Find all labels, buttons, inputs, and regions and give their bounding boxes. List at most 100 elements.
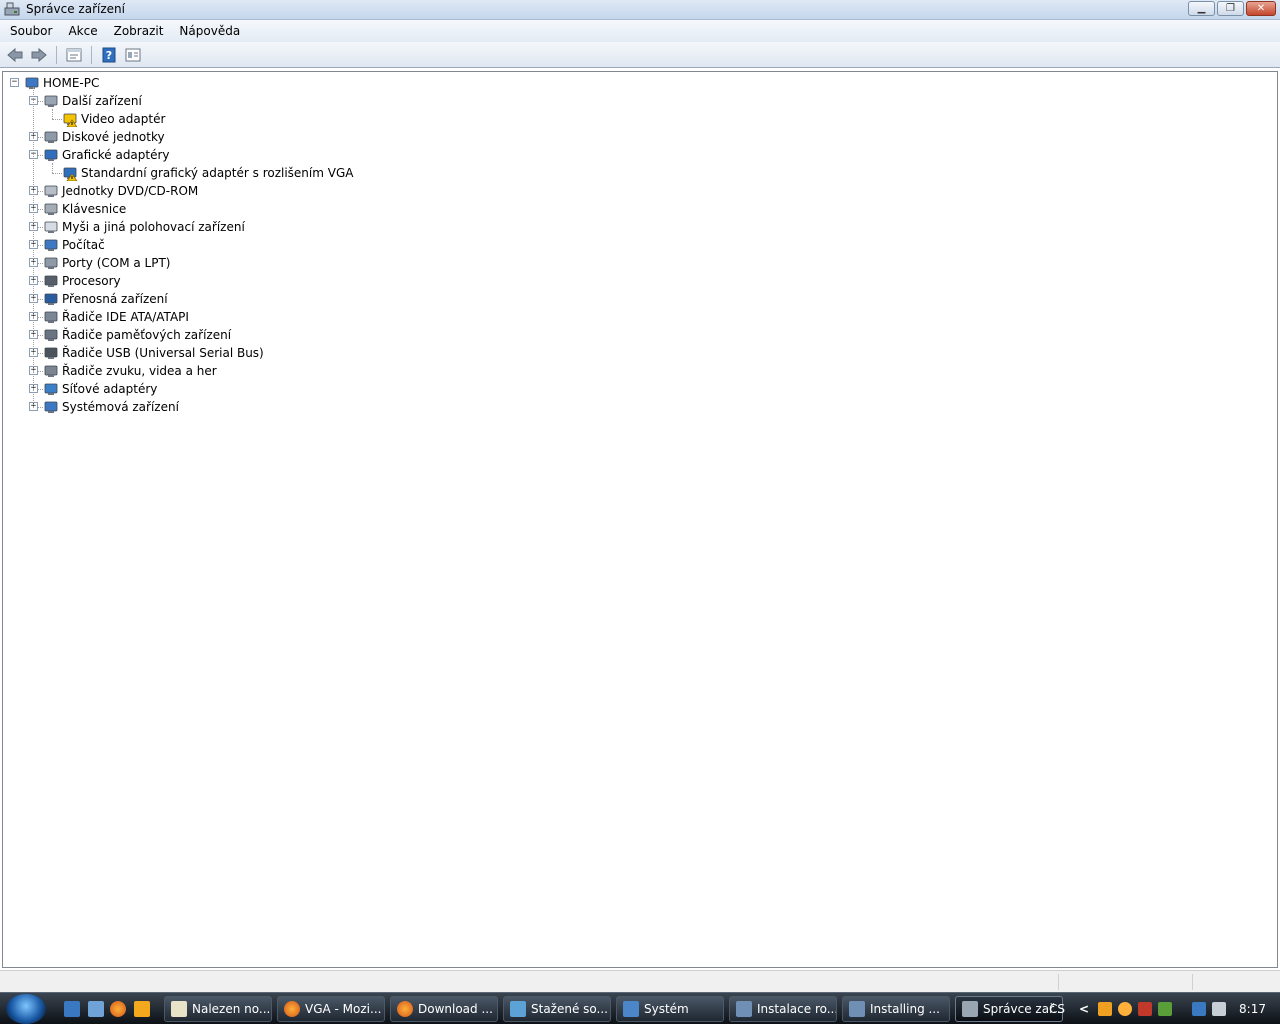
collapse-toggle[interactable]: − [10,78,19,87]
tree-item[interactable]: Síťové adaptéry [43,380,157,398]
tree-item[interactable]: Procesory [43,272,121,290]
back-button[interactable] [4,45,26,65]
menu-zobrazit[interactable]: Zobrazit [106,21,172,41]
notification-icon[interactable] [1098,1001,1113,1016]
tray-expand-button[interactable]: < [1079,1002,1089,1016]
tree-child-item[interactable]: Standardní grafický adaptér s rozlišením… [62,164,353,182]
dvd-icon [43,183,59,199]
computer-icon [43,237,59,253]
tree-line [38,317,43,318]
tree-line [33,87,34,407]
taskbar-button-label: Installing ... [870,1002,940,1016]
switch-windows-icon[interactable] [64,1001,80,1017]
tree-item[interactable]: Jednotky DVD/CD-ROM [43,182,198,200]
app-tray-icon[interactable] [1118,1001,1133,1016]
clock[interactable]: 8:17 [1239,1002,1266,1016]
tree-line [38,101,43,102]
menu-bar: Soubor Akce Zobrazit Nápověda [0,20,1280,42]
tree-item[interactable]: Počítač [43,236,105,254]
firefox-icon [284,1001,300,1017]
device-tree[interactable]: HOME-PC − Další zařízení − Video adaptér Disk… [2,71,1278,968]
tree-line [38,353,43,354]
tree-item-label: Myši a jiná polohovací zařízení [62,220,245,234]
taskbar-button[interactable]: Installing ... [842,996,950,1022]
tree-item[interactable]: Systémová zařízení [43,398,179,416]
taskbar-button[interactable]: Stažené so... [503,996,611,1022]
volume-icon[interactable] [1212,1001,1227,1016]
taskbar-button[interactable]: VGA - Mozi... [277,996,385,1022]
tree-line [52,163,53,173]
taskbar-button[interactable]: Instalace ro... [729,996,837,1022]
taskbar-button-label: Systém [644,1002,689,1016]
keyboard-icon [43,201,59,217]
system-tray: CS <8:17 [1049,993,1280,1024]
system-device-icon [43,399,59,415]
tree-item[interactable]: Řadiče IDE ATA/ATAPI [43,308,189,326]
start-button[interactable] [6,994,46,1024]
tree-item[interactable]: Klávesnice [43,200,126,218]
forward-button[interactable] [28,45,50,65]
status-separator [1058,974,1059,990]
tree-item[interactable]: Řadiče USB (Universal Serial Bus) [43,344,264,362]
minimize-button[interactable]: ▁ [1188,1,1215,16]
title-bar[interactable]: Správce zařízení ▁ ❐ ✕ [0,0,1280,20]
display-adapter-icon [43,147,59,163]
taskbar-button[interactable]: Systém [616,996,724,1022]
tree-child-item[interactable]: Video adaptér [62,110,165,128]
network-status-icon[interactable] [1192,1001,1207,1016]
taskbar-button-label: Nalezen no... [192,1002,271,1016]
tree-line [38,371,43,372]
tree-item[interactable]: Přenosná zařízení [43,290,168,308]
menu-akce[interactable]: Akce [60,21,105,41]
tree-item[interactable]: Grafické adaptéry [43,146,170,164]
folder-icon [510,1001,526,1017]
firefox-icon [397,1001,413,1017]
taskbar-button-label: VGA - Mozi... [305,1002,382,1016]
window-title: Správce zařízení [26,2,125,16]
tree-item-label: Řadiče zvuku, videa a her [62,364,217,378]
taskbar-button[interactable]: Nalezen no... [164,996,272,1022]
media-player-icon[interactable] [134,1001,150,1017]
tree-item-label: Standardní grafický adaptér s rozlišením… [81,166,354,180]
menu-napoveda[interactable]: Nápověda [171,21,248,41]
tree-item-label: Diskové jednotky [62,130,165,144]
tree-line [38,407,43,408]
computer-icon [24,75,40,91]
port-icon [43,255,59,271]
help-button[interactable]: ? [98,45,120,65]
properties-button[interactable] [63,45,85,65]
tree-line [38,263,43,264]
tree-item[interactable]: Řadiče paměťových zařízení [43,326,231,344]
view-icon [125,48,141,61]
toolbar-separator [56,45,57,64]
language-indicator[interactable]: CS [1049,1002,1065,1016]
tree-line [38,209,43,210]
help-icon: ? [102,47,116,62]
tree-line [38,389,43,390]
tree-item-label: Řadiče USB (Universal Serial Bus) [62,346,264,360]
close-button[interactable]: ✕ [1246,1,1276,16]
tree-item[interactable]: Myši a jiná polohovací zařízení [43,218,245,236]
back-arrow-icon [7,47,23,62]
tree-line [38,281,43,282]
tree-line [38,245,43,246]
tree-item[interactable]: Řadiče zvuku, videa a her [43,362,217,380]
tree-line [38,335,43,336]
restore-button[interactable]: ❐ [1217,1,1244,16]
firefox-icon[interactable] [110,1001,126,1017]
tree-item[interactable]: Diskové jednotky [43,128,165,146]
tree-root[interactable]: HOME-PC [24,74,99,92]
tree-item[interactable]: Další zařízení [43,92,142,110]
taskbar-button[interactable]: Správce zař... [955,996,1063,1022]
safely-remove-icon[interactable] [1158,1001,1173,1016]
view-button[interactable] [122,45,144,65]
taskbar-button[interactable]: Download ... [390,996,498,1022]
forward-arrow-icon [31,47,47,62]
show-desktop-icon[interactable] [88,1001,104,1017]
tree-item[interactable]: Porty (COM a LPT) [43,254,170,272]
tree-item-label: Klávesnice [62,202,127,216]
security-icon[interactable] [1138,1001,1153,1016]
tree-line [38,299,43,300]
menu-soubor[interactable]: Soubor [2,21,60,41]
tree-line [52,119,62,120]
